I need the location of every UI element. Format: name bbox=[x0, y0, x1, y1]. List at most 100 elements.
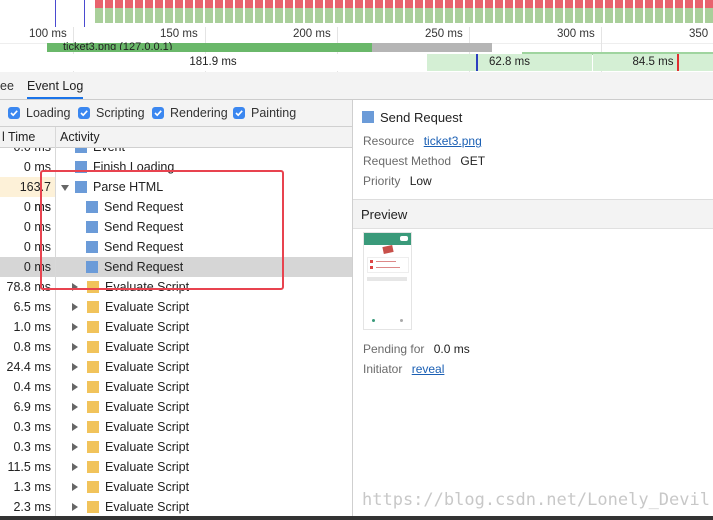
filter-loading-label: Loading bbox=[26, 106, 71, 120]
frame-block[interactable]: 84.5 ms bbox=[593, 54, 713, 71]
expand-right-triangle-icon[interactable] bbox=[72, 483, 78, 491]
table-row[interactable]: 6.9 ms Evaluate Script bbox=[0, 397, 352, 417]
expand-right-triangle-icon[interactable] bbox=[72, 323, 78, 331]
overview-frame bbox=[455, 0, 463, 23]
ruler-tick: 100 ms bbox=[29, 28, 67, 40]
row-activity: Evaluate Script bbox=[105, 320, 190, 334]
thumbnail-ticket bbox=[382, 245, 394, 254]
thumbnail-card bbox=[367, 257, 409, 273]
row-activity: Evaluate Script bbox=[105, 400, 190, 414]
overview-frame bbox=[305, 0, 313, 23]
thumbnail-dot bbox=[400, 319, 403, 322]
scripting-category-swatch-icon bbox=[87, 421, 99, 433]
expand-right-triangle-icon[interactable] bbox=[72, 463, 78, 471]
column-header-total-time[interactable]: l Time bbox=[2, 127, 35, 147]
table-row[interactable]: 2.3 ms Evaluate Script bbox=[0, 497, 352, 517]
ruler-tick: 200 ms bbox=[293, 28, 331, 40]
row-activity: Evaluate Script bbox=[105, 340, 190, 354]
detail-initiator-label: Initiator bbox=[363, 362, 403, 376]
table-row[interactable]: 0.3 ms Evaluate Script bbox=[0, 437, 352, 457]
expand-right-triangle-icon[interactable] bbox=[72, 383, 78, 391]
frame-duration: 62.8 ms bbox=[489, 56, 530, 68]
expand-right-triangle-icon[interactable] bbox=[72, 503, 78, 511]
preview-thumbnail[interactable] bbox=[363, 232, 412, 330]
row-activity: Evaluate Script bbox=[105, 460, 190, 474]
initiator-reveal-link[interactable]: reveal bbox=[412, 362, 445, 376]
row-activity: Evaluate Script bbox=[105, 420, 190, 434]
table-row[interactable]: 24.4 ms Evaluate Script bbox=[0, 357, 352, 377]
overview-frame bbox=[435, 0, 443, 23]
expand-right-triangle-icon[interactable] bbox=[72, 303, 78, 311]
overview-frame bbox=[425, 0, 433, 23]
table-row[interactable]: 0.3 ms Evaluate Script bbox=[0, 417, 352, 437]
expand-right-triangle-icon[interactable] bbox=[72, 443, 78, 451]
ruler-tick: 350 bbox=[689, 28, 709, 40]
resource-link[interactable]: ticket3.png bbox=[424, 134, 482, 148]
frame-block[interactable]: 62.8 ms bbox=[427, 54, 592, 71]
overview-frame bbox=[155, 0, 163, 23]
watermark: https://blog.csdn.net/Lonely_Devil bbox=[362, 490, 710, 510]
expand-right-triangle-icon[interactable] bbox=[72, 403, 78, 411]
expand-right-triangle-icon[interactable] bbox=[72, 363, 78, 371]
tab-partial[interactable]: ee bbox=[0, 72, 14, 99]
overview-frame bbox=[685, 0, 693, 23]
table-row[interactable]: 0.8 ms Evaluate Script bbox=[0, 337, 352, 357]
overview-frame bbox=[395, 0, 403, 23]
event-log-header: l Time Activity bbox=[0, 127, 352, 148]
tab-event-log[interactable]: Event Log bbox=[27, 72, 84, 99]
overview-frame bbox=[335, 0, 343, 23]
timeline-overview[interactable] bbox=[0, 0, 713, 27]
table-row[interactable]: 6.5 ms Evaluate Script bbox=[0, 297, 352, 317]
window-bottom-edge bbox=[0, 516, 713, 520]
checkbox-checked-icon[interactable] bbox=[233, 107, 245, 119]
overview-frame bbox=[345, 0, 353, 23]
frame-block[interactable]: 181.9 ms bbox=[0, 54, 426, 71]
overview-frame bbox=[135, 0, 143, 23]
row-total-time: 0.8 ms bbox=[13, 340, 51, 354]
overview-frame bbox=[275, 0, 283, 23]
overview-frame bbox=[525, 0, 533, 23]
thumbnail-dot bbox=[370, 260, 373, 263]
overview-frame bbox=[605, 0, 613, 23]
scripting-category-swatch-icon bbox=[87, 321, 99, 333]
overview-frame bbox=[225, 0, 233, 23]
scripting-category-swatch-icon bbox=[87, 441, 99, 453]
overview-frame bbox=[125, 0, 133, 23]
overview-frame bbox=[245, 0, 253, 23]
filter-rendering[interactable]: Rendering bbox=[152, 105, 228, 121]
overview-frame bbox=[625, 0, 633, 23]
checkbox-checked-icon[interactable] bbox=[8, 107, 20, 119]
details-title-row: Send Request bbox=[362, 109, 462, 125]
filter-painting[interactable]: Painting bbox=[233, 105, 296, 121]
overview-frame bbox=[535, 0, 543, 23]
expand-right-triangle-icon[interactable] bbox=[72, 343, 78, 351]
overview-frame bbox=[95, 0, 103, 23]
overview-frame bbox=[285, 0, 293, 23]
table-row[interactable]: 0.4 ms Evaluate Script bbox=[0, 377, 352, 397]
column-header-activity[interactable]: Activity bbox=[60, 127, 100, 147]
table-row[interactable]: 11.5 ms Evaluate Script bbox=[0, 457, 352, 477]
scripting-category-swatch-icon bbox=[87, 481, 99, 493]
table-row[interactable]: 1.0 ms Evaluate Script bbox=[0, 317, 352, 337]
scripting-category-swatch-icon bbox=[87, 361, 99, 373]
annotation-box bbox=[40, 170, 284, 290]
checkbox-checked-icon[interactable] bbox=[78, 107, 90, 119]
scripting-category-swatch-icon bbox=[87, 401, 99, 413]
row-activity: Evaluate Script bbox=[105, 500, 190, 514]
overview-frame bbox=[365, 0, 373, 23]
scripting-category-swatch-icon bbox=[87, 301, 99, 313]
category-filter-bar: Loading Scripting Rendering Painting bbox=[0, 100, 352, 127]
marker-line bbox=[476, 54, 478, 71]
filter-loading[interactable]: Loading bbox=[8, 105, 71, 121]
filter-rendering-label: Rendering bbox=[170, 106, 228, 120]
checkbox-checked-icon[interactable] bbox=[152, 107, 164, 119]
overview-frame bbox=[665, 0, 673, 23]
table-row[interactable]: 1.3 ms Evaluate Script bbox=[0, 477, 352, 497]
overview-frame bbox=[215, 0, 223, 23]
filter-scripting[interactable]: Scripting bbox=[78, 105, 145, 121]
expand-right-triangle-icon[interactable] bbox=[72, 423, 78, 431]
overview-frame bbox=[645, 0, 653, 23]
network-request-wait-bar[interactable] bbox=[372, 43, 492, 52]
loading-category-swatch-icon bbox=[362, 111, 374, 123]
overview-frame bbox=[475, 0, 483, 23]
